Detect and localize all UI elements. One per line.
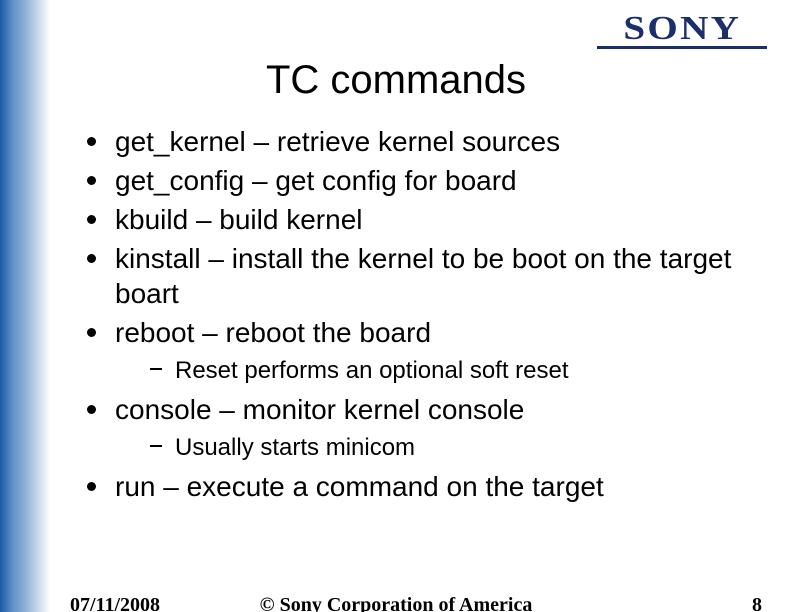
bullet-item: get_config – get config for board xyxy=(85,163,752,198)
bullet-item: get_kernel – retrieve kernel sources xyxy=(85,124,752,159)
bullet-text: get_config – get config for board xyxy=(115,165,517,196)
slide-title: TC commands xyxy=(0,58,792,103)
bullet-text: kbuild – build kernel xyxy=(115,204,363,235)
bullet-item: console – monitor kernel console Usually… xyxy=(85,392,752,463)
sub-bullet-item: Reset performs an optional soft reset xyxy=(115,356,752,386)
sub-bullet-list: Reset performs an optional soft reset xyxy=(115,356,752,386)
sub-bullet-text: Usually starts minicom xyxy=(175,434,415,461)
bullet-item: run – execute a command on the target xyxy=(85,469,752,504)
sony-logo: SONY xyxy=(597,10,767,49)
bullet-text: kinstall – install the kernel to be boot… xyxy=(115,243,731,309)
bullet-item: kinstall – install the kernel to be boot… xyxy=(85,241,752,311)
slide: SONY TC commands get_kernel – retrieve k… xyxy=(0,0,792,612)
bullet-text: reboot – reboot the board xyxy=(115,317,431,348)
footer-page-number: 8 xyxy=(752,594,762,612)
bullet-list: get_kernel – retrieve kernel sources get… xyxy=(85,124,752,504)
bullet-item: reboot – reboot the board Reset performs… xyxy=(85,315,752,386)
footer-copyright: © Sony Corporation of America xyxy=(0,594,792,612)
slide-content: get_kernel – retrieve kernel sources get… xyxy=(85,120,752,508)
bullet-text: run – execute a command on the target xyxy=(115,471,604,502)
bullet-text: get_kernel – retrieve kernel sources xyxy=(115,126,560,157)
bullet-text: console – monitor kernel console xyxy=(115,394,524,425)
logo-text: SONY xyxy=(623,10,741,48)
bullet-item: kbuild – build kernel xyxy=(85,202,752,237)
sub-bullet-text: Reset performs an optional soft reset xyxy=(175,357,569,384)
sub-bullet-list: Usually starts minicom xyxy=(115,433,752,463)
sub-bullet-item: Usually starts minicom xyxy=(115,433,752,463)
